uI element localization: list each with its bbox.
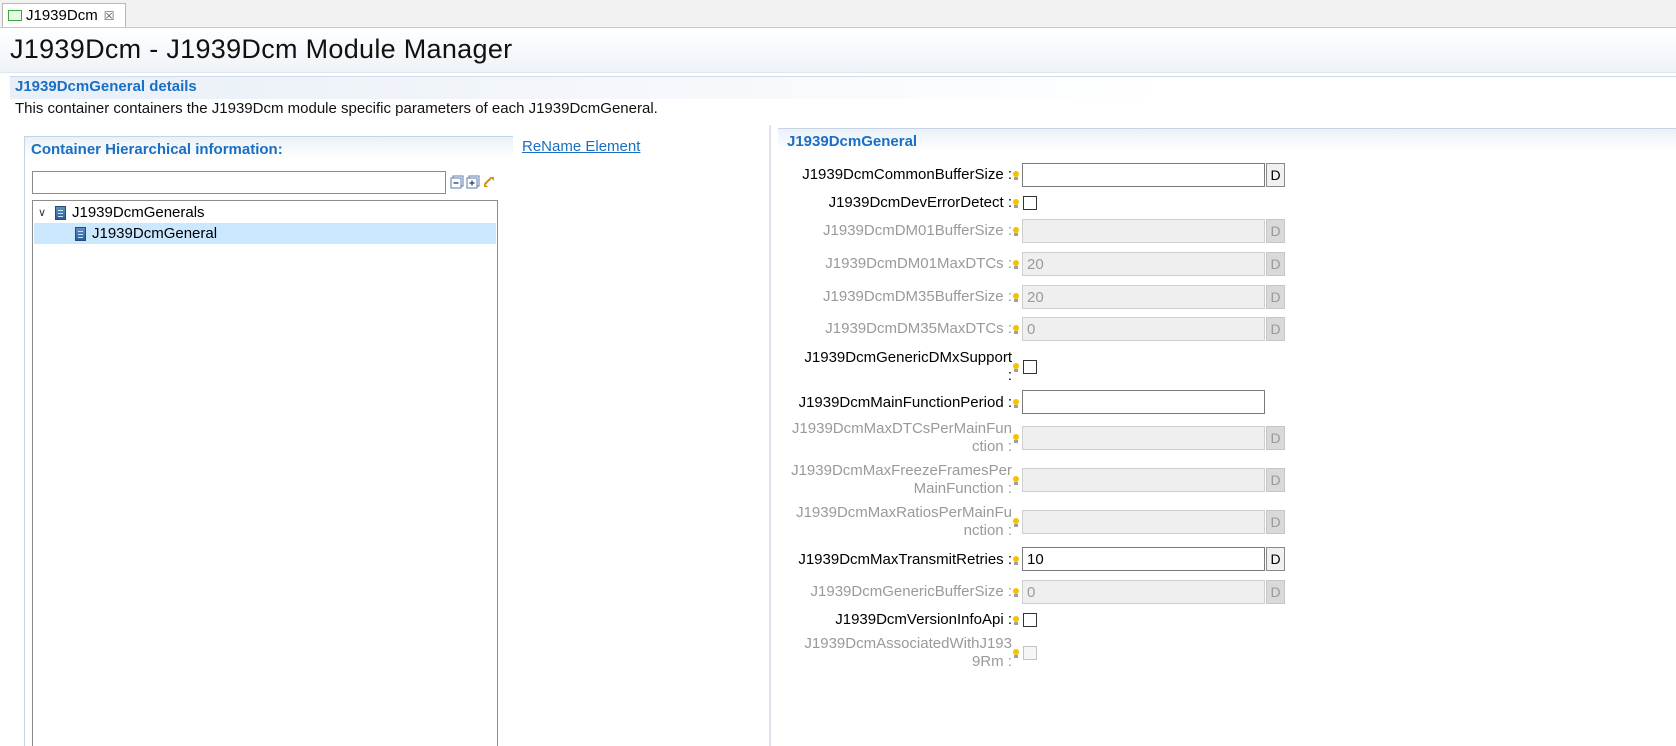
param-label-max-transmit-retries: J1939DcmMaxTransmitRetries :: [798, 551, 1012, 568]
editor-tab[interactable]: J1939Dcm ☒: [2, 3, 126, 27]
hint-bulb-icon: [1013, 171, 1019, 180]
tree-item-label: J1939DcmGenerals: [72, 204, 205, 221]
max-freeze-frames-per-main-function-default-button: D: [1266, 468, 1285, 492]
section-title: J1939DcmGeneral details: [15, 78, 197, 95]
rename-element-link[interactable]: ReName Element: [522, 138, 640, 155]
max-dtcs-per-main-function-default-button: D: [1266, 426, 1285, 450]
max-freeze-frames-per-main-function-field: [1022, 468, 1265, 492]
param-label-max-ratios-per-main-function: J1939DcmMaxRatiosPerMainFu nction :: [796, 504, 1012, 539]
expand-all-icon[interactable]: [466, 175, 480, 189]
max-transmit-retries-field[interactable]: [1022, 547, 1265, 571]
expand-chevron-icon[interactable]: ∨: [35, 206, 49, 219]
parameters-panel-title: J1939DcmGeneral: [787, 133, 918, 150]
dm01-buffer-size-default-button: D: [1266, 219, 1285, 243]
common-buffer-size-default-button[interactable]: D: [1266, 163, 1285, 187]
dm01-max-dtcs-default-button: D: [1266, 252, 1285, 276]
hint-bulb-icon: [1013, 476, 1019, 485]
container-tree[interactable]: ∨ J1939DcmGenerals J1939DcmGeneral: [32, 200, 498, 746]
hint-bulb-icon: [1013, 399, 1019, 408]
param-label-max-dtcs-per-main-function: J1939DcmMaxDTCsPerMainFun ction :: [791, 420, 1012, 455]
tree-filter-input[interactable]: [32, 171, 446, 194]
version-info-api-checkbox[interactable]: [1023, 613, 1037, 627]
max-ratios-per-main-function-default-button: D: [1266, 510, 1285, 534]
param-label-main-function-period: J1939DcmMainFunctionPeriod :: [798, 394, 1012, 411]
param-label-dev-error-detect: J1939DcmDevErrorDetect :: [828, 194, 1012, 211]
hierarchy-panel-title: Container Hierarchical information:: [31, 141, 283, 158]
dm01-max-dtcs-field: [1022, 252, 1265, 276]
param-label-version-info-api: J1939DcmVersionInfoApi :: [835, 611, 1012, 628]
hint-bulb-icon: [1013, 588, 1019, 597]
collapse-all-icon[interactable]: [450, 175, 464, 189]
container-node-icon: [55, 205, 66, 220]
dm35-max-dtcs-field: [1022, 317, 1265, 341]
dm35-max-dtcs-default-button: D: [1266, 317, 1285, 341]
param-label-dm01-buffer-size: J1939DcmDM01BufferSize :: [823, 222, 1012, 239]
hint-bulb-icon: [1013, 434, 1019, 443]
generic-dmx-support-checkbox[interactable]: [1023, 360, 1037, 374]
hint-bulb-icon: [1013, 227, 1019, 236]
tree-item-generals[interactable]: ∨ J1939DcmGenerals: [35, 202, 495, 223]
hint-bulb-icon: [1013, 518, 1019, 527]
param-label-dm01-max-dtcs: J1939DcmDM01MaxDTCs :: [825, 255, 1012, 272]
editor-tab-strip: [0, 0, 1676, 28]
section-title-bar: [10, 76, 1676, 99]
tree-item-label: J1939DcmGeneral: [92, 225, 218, 242]
param-label-associated-with-j1939rm: J1939DcmAssociatedWithJ193 9Rm :: [804, 635, 1012, 670]
param-label-dm35-max-dtcs: J1939DcmDM35MaxDTCs :: [825, 320, 1012, 337]
main-function-period-field[interactable]: [1022, 390, 1265, 414]
editor-tab-label: J1939Dcm: [26, 7, 98, 24]
hint-bulb-icon: [1013, 363, 1019, 372]
dev-error-detect-checkbox[interactable]: [1023, 196, 1037, 210]
tree-item-general[interactable]: J1939DcmGeneral: [34, 223, 496, 244]
common-buffer-size-field[interactable]: [1022, 163, 1265, 187]
param-label-dm35-buffer-size: J1939DcmDM35BufferSize :: [823, 288, 1012, 305]
param-label-max-freeze-frames-per-main-function: J1939DcmMaxFreezeFramesPer MainFunction …: [791, 462, 1012, 497]
param-label-common-buffer-size: J1939DcmCommonBufferSize :: [802, 166, 1012, 183]
param-label-generic-buffer-size: J1939DcmGenericBufferSize :: [810, 583, 1012, 600]
hint-bulb-icon: [1013, 260, 1019, 269]
max-ratios-per-main-function-field: [1022, 510, 1265, 534]
max-transmit-retries-default-button[interactable]: D: [1266, 547, 1285, 571]
page-title: J1939Dcm - J1939Dcm Module Manager: [10, 34, 513, 64]
hint-bulb-icon: [1013, 293, 1019, 302]
dm35-buffer-size-default-button: D: [1266, 285, 1285, 309]
hint-bulb-icon: [1013, 556, 1019, 565]
hint-bulb-icon: [1013, 199, 1019, 208]
hint-bulb-icon: [1013, 649, 1019, 658]
hint-bulb-icon: [1013, 325, 1019, 334]
panel-divider: [769, 125, 771, 746]
associated-with-j1939rm-checkbox: [1023, 646, 1037, 660]
generic-buffer-size-field: [1022, 580, 1265, 604]
module-icon: [8, 10, 22, 21]
container-node-icon: [75, 226, 86, 241]
generic-buffer-size-default-button: D: [1266, 580, 1285, 604]
dm35-buffer-size-field: [1022, 285, 1265, 309]
max-dtcs-per-main-function-field: [1022, 426, 1265, 450]
link-sync-icon[interactable]: [482, 175, 496, 189]
section-description: This container containers the J1939Dcm m…: [15, 100, 658, 117]
hierarchy-panel-border: [24, 136, 25, 746]
hint-bulb-icon: [1013, 616, 1019, 625]
param-label-generic-dmx-support: J1939DcmGenericDMxSupport :: [804, 349, 1012, 384]
close-icon[interactable]: ☒: [104, 9, 115, 23]
dm01-buffer-size-field: [1022, 219, 1265, 243]
